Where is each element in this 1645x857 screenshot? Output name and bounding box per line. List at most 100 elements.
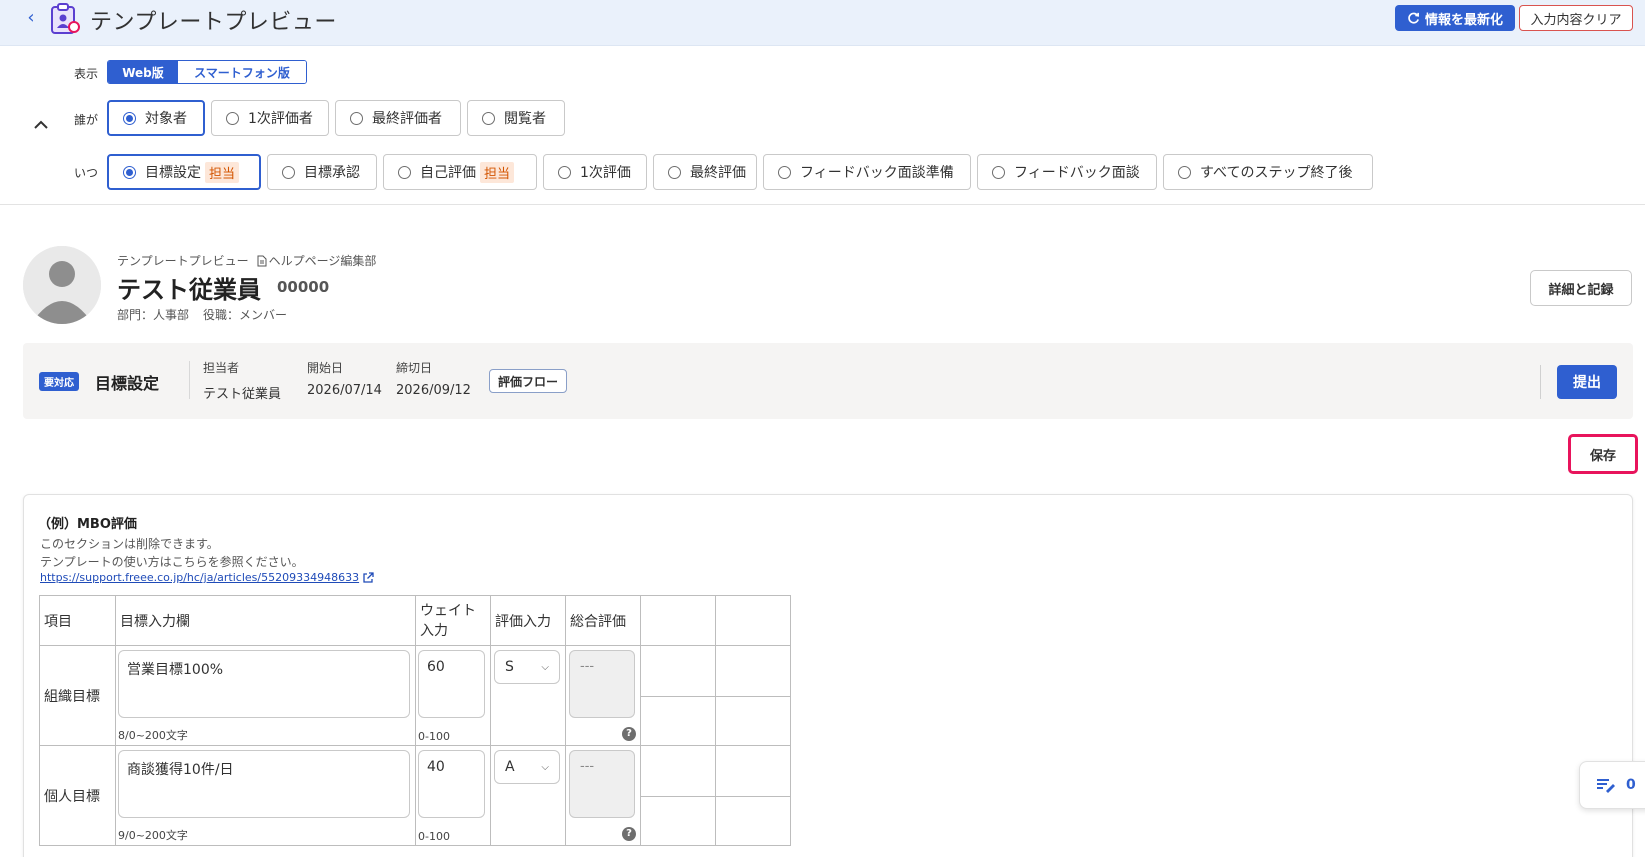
char-count-hint: 8/0~200文字 [118,729,188,742]
who-option-first-evaluator[interactable]: 1次評価者 [211,100,329,136]
empty-cell [640,745,716,797]
empty-cell [715,795,791,846]
empty-cell [640,695,716,746]
display-web-option[interactable]: Web版 [108,61,178,83]
clipboard-user-icon [51,3,80,34]
radio-icon [558,165,571,179]
display-toggle: Web版 スマートフォン版 [107,60,307,84]
when-option-goal-setting[interactable]: 目標設定 担当 [107,154,261,190]
comment-count: 0 [1626,777,1636,793]
when-option-goal-approval[interactable]: 目標承認 [267,154,377,190]
col-header-goal: 目標入力欄 [115,595,416,646]
when-option-first-eval[interactable]: 1次評価 [543,154,647,190]
when-option-self-eval[interactable]: 自己評価 担当 [383,154,537,190]
help-question-icon[interactable]: ? [622,827,636,841]
start-date-info: 開始日 2026/07/14 [307,361,382,398]
comment-toggle-button[interactable]: 0 [1579,761,1645,809]
step-bar: 要対応 目標設定 担当者 テスト従業員 開始日 2026/07/14 締切日 2… [23,343,1633,419]
table-row: 個人目標 商談獲得10件/日 9/0~200文字 40 0-100 A ⌵ ---… [39,745,791,846]
empty-cell [715,695,791,746]
chevron-down-icon: ⌵ [541,761,549,773]
when-radio-group: 目標設定 担当 目標承認 自己評価 担当 1次評価 最終評価 フィードバック面談準備… [107,154,1373,190]
total-readonly-field: --- [569,650,635,718]
display-smartphone-option[interactable]: スマートフォン版 [178,61,306,83]
radio-selected-icon [123,111,136,125]
employee-name: テスト従業員 [117,276,261,304]
breadcrumb-item[interactable]: ヘルプページ編集部 [269,252,377,269]
submit-button[interactable]: 提出 [1557,365,1617,399]
save-button[interactable]: 保存 [1568,434,1638,474]
col-header-weight: ウェイト入力 [415,595,491,646]
total-cell: --- ? [565,645,641,746]
empty-cell [715,745,791,797]
breadcrumb-item[interactable]: テンプレートプレビュー [117,252,249,269]
radio-icon [482,111,495,125]
when-option-all-done[interactable]: すべてのステップ終了後 [1163,154,1373,190]
radio-selected-icon [123,165,136,179]
radio-icon [350,111,363,125]
radio-icon [1178,165,1191,179]
clear-input-button[interactable]: 入力内容クリア [1519,5,1633,31]
mbo-table: 項目 目標入力欄 ウェイト入力 評価入力 総合評価 組織目標 営業目標100% … [39,595,791,846]
when-option-feedback-prep[interactable]: フィードバック面談準備 [763,154,971,190]
radio-icon [992,165,1005,179]
divider [0,204,1645,205]
help-question-icon[interactable]: ? [622,727,636,741]
assigned-tag: 担当 [205,161,240,183]
action-required-badge: 要対応 [39,372,79,391]
radio-icon [668,165,681,179]
range-hint: 0-100 [418,730,450,743]
weight-input[interactable]: 60 [418,650,485,718]
display-label: 表示 [74,67,99,81]
section-description: このセクションは削除できます。 [40,537,219,551]
assigned-tag: 担当 [480,161,515,183]
col-header-rating: 評価入力 [490,595,566,646]
rating-cell: S ⌵ [490,645,566,746]
who-option-final-evaluator[interactable]: 最終評価者 [335,100,461,136]
refresh-button[interactable]: 情報を最新化 [1395,5,1515,31]
help-link[interactable]: https://support.freee.co.jp/hc/ja/articl… [40,571,374,584]
table-header-row: 項目 目標入力欄 ウェイト入力 評価入力 総合評価 [39,595,791,646]
total-cell: --- ? [565,745,641,846]
rating-select[interactable]: S ⌵ [494,650,560,684]
avatar [23,246,101,324]
refresh-icon [1408,12,1419,24]
goal-textarea[interactable]: 営業目標100% [118,650,410,718]
rating-select[interactable]: A ⌵ [494,750,560,784]
who-label: 誰が [74,113,99,127]
evaluation-flow-button[interactable]: 評価フロー [489,369,568,393]
back-chevron-icon[interactable]: ‹ [22,9,40,27]
empty-cell [715,645,791,697]
radio-icon [282,165,295,179]
section-description: テンプレートの使い方はこちらを参照ください。 [40,555,304,569]
who-option-target[interactable]: 対象者 [107,100,205,136]
radio-icon [398,165,411,179]
collapse-chevron-up-icon[interactable] [33,120,49,130]
empty-cell [640,795,716,846]
col-header-total: 総合評価 [565,595,641,646]
comment-edit-icon [1597,779,1615,793]
step-title: 目標設定 [95,374,160,393]
who-radio-group: 対象者 1次評価者 最終評価者 閲覧者 [107,100,565,136]
when-option-final-eval[interactable]: 最終評価 [653,154,757,190]
rating-cell: A ⌵ [490,745,566,846]
breadcrumb: テンプレートプレビュー ヘルプページ編集部 [117,252,376,269]
goal-cell: 営業目標100% 8/0~200文字 [115,645,416,746]
detail-and-record-button[interactable]: 詳細と記録 [1530,270,1632,306]
mbo-section: （例）MBO評価 このセクションは削除できます。 テンプレートの使い方はこちらを… [23,494,1633,857]
external-link-icon [363,571,374,583]
when-option-feedback-meeting[interactable]: フィードバック面談 [977,154,1157,190]
weight-input[interactable]: 40 [418,750,485,818]
weight-cell: 40 0-100 [415,745,491,846]
employee-id: 00000 [277,278,330,296]
top-header: ‹ テンプレートプレビュー 情報を最新化 入力内容クリア [0,0,1645,46]
col-header-empty [640,595,716,646]
page-title: テンプレートプレビュー [90,10,337,35]
assignee-info: 担当者 テスト従業員 [203,361,282,402]
divider [1540,365,1541,399]
who-option-viewer[interactable]: 閲覧者 [467,100,565,136]
goal-cell: 商談獲得10件/日 9/0~200文字 [115,745,416,846]
weight-cell: 60 0-100 [415,645,491,746]
role-text: 役職：メンバー [203,308,288,322]
goal-textarea[interactable]: 商談獲得10件/日 [118,750,410,818]
